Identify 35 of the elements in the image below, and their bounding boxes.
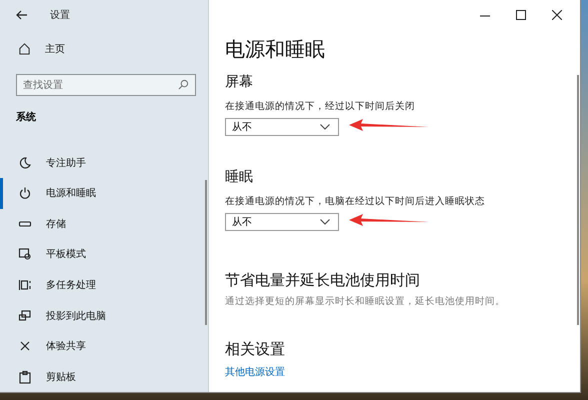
home-item[interactable]: 主页 xyxy=(0,34,208,64)
section-heading: 相关设置 xyxy=(225,340,286,359)
section-heading: 睡眠 xyxy=(225,168,254,186)
search-field[interactable]: 查找设置 xyxy=(16,74,196,96)
section-heading: 屏幕 xyxy=(225,73,254,91)
multitask-icon xyxy=(18,278,32,292)
power-icon xyxy=(18,186,32,200)
home-icon xyxy=(18,42,31,56)
sidebar-item[interactable]: 体验共享 xyxy=(0,330,208,362)
section-description: 通过选择更短的屏幕显示时长和睡眠设置，延长电池使用时间。 xyxy=(225,295,506,308)
sidebar-item[interactable]: 专注助手 xyxy=(0,148,208,178)
sidebar-item[interactable]: 多任务处理 xyxy=(0,270,208,300)
close-icon[interactable] xyxy=(552,10,562,20)
dropdown[interactable]: 从不 xyxy=(225,213,339,231)
window-title: 设置 xyxy=(50,8,70,22)
project-icon xyxy=(18,308,32,323)
dropdown[interactable]: 从不 xyxy=(225,118,339,136)
sidebar-item[interactable]: 投影到此电脑 xyxy=(0,300,208,331)
maximize-icon[interactable] xyxy=(516,10,526,20)
power-settings-link[interactable]: 其他电源设置 xyxy=(225,365,580,379)
moon-icon xyxy=(18,156,32,170)
search-icon xyxy=(178,79,189,90)
chevron-down-icon xyxy=(320,124,330,130)
sidebar-item[interactable]: 平板模式 xyxy=(0,239,208,270)
chevron-down-icon xyxy=(320,219,330,225)
back-icon[interactable] xyxy=(16,10,28,20)
sidebar-item[interactable]: 剪贴板 xyxy=(0,361,208,392)
section-heading: 节省电量并延长电池使用时间 xyxy=(225,271,421,290)
section-description: 在接通电源的情况下，经过以下时间后关闭 xyxy=(225,100,416,113)
section-description: 在接通电源的情况下，电脑在经过以下时间后进入睡眠状态 xyxy=(225,195,486,208)
section-title: 系统 xyxy=(15,110,37,126)
tablet-icon xyxy=(18,247,32,262)
sidebar-item[interactable]: 存储 xyxy=(0,208,208,240)
clipboard-icon xyxy=(18,370,32,384)
page-title: 电源和睡眠 xyxy=(225,36,326,63)
